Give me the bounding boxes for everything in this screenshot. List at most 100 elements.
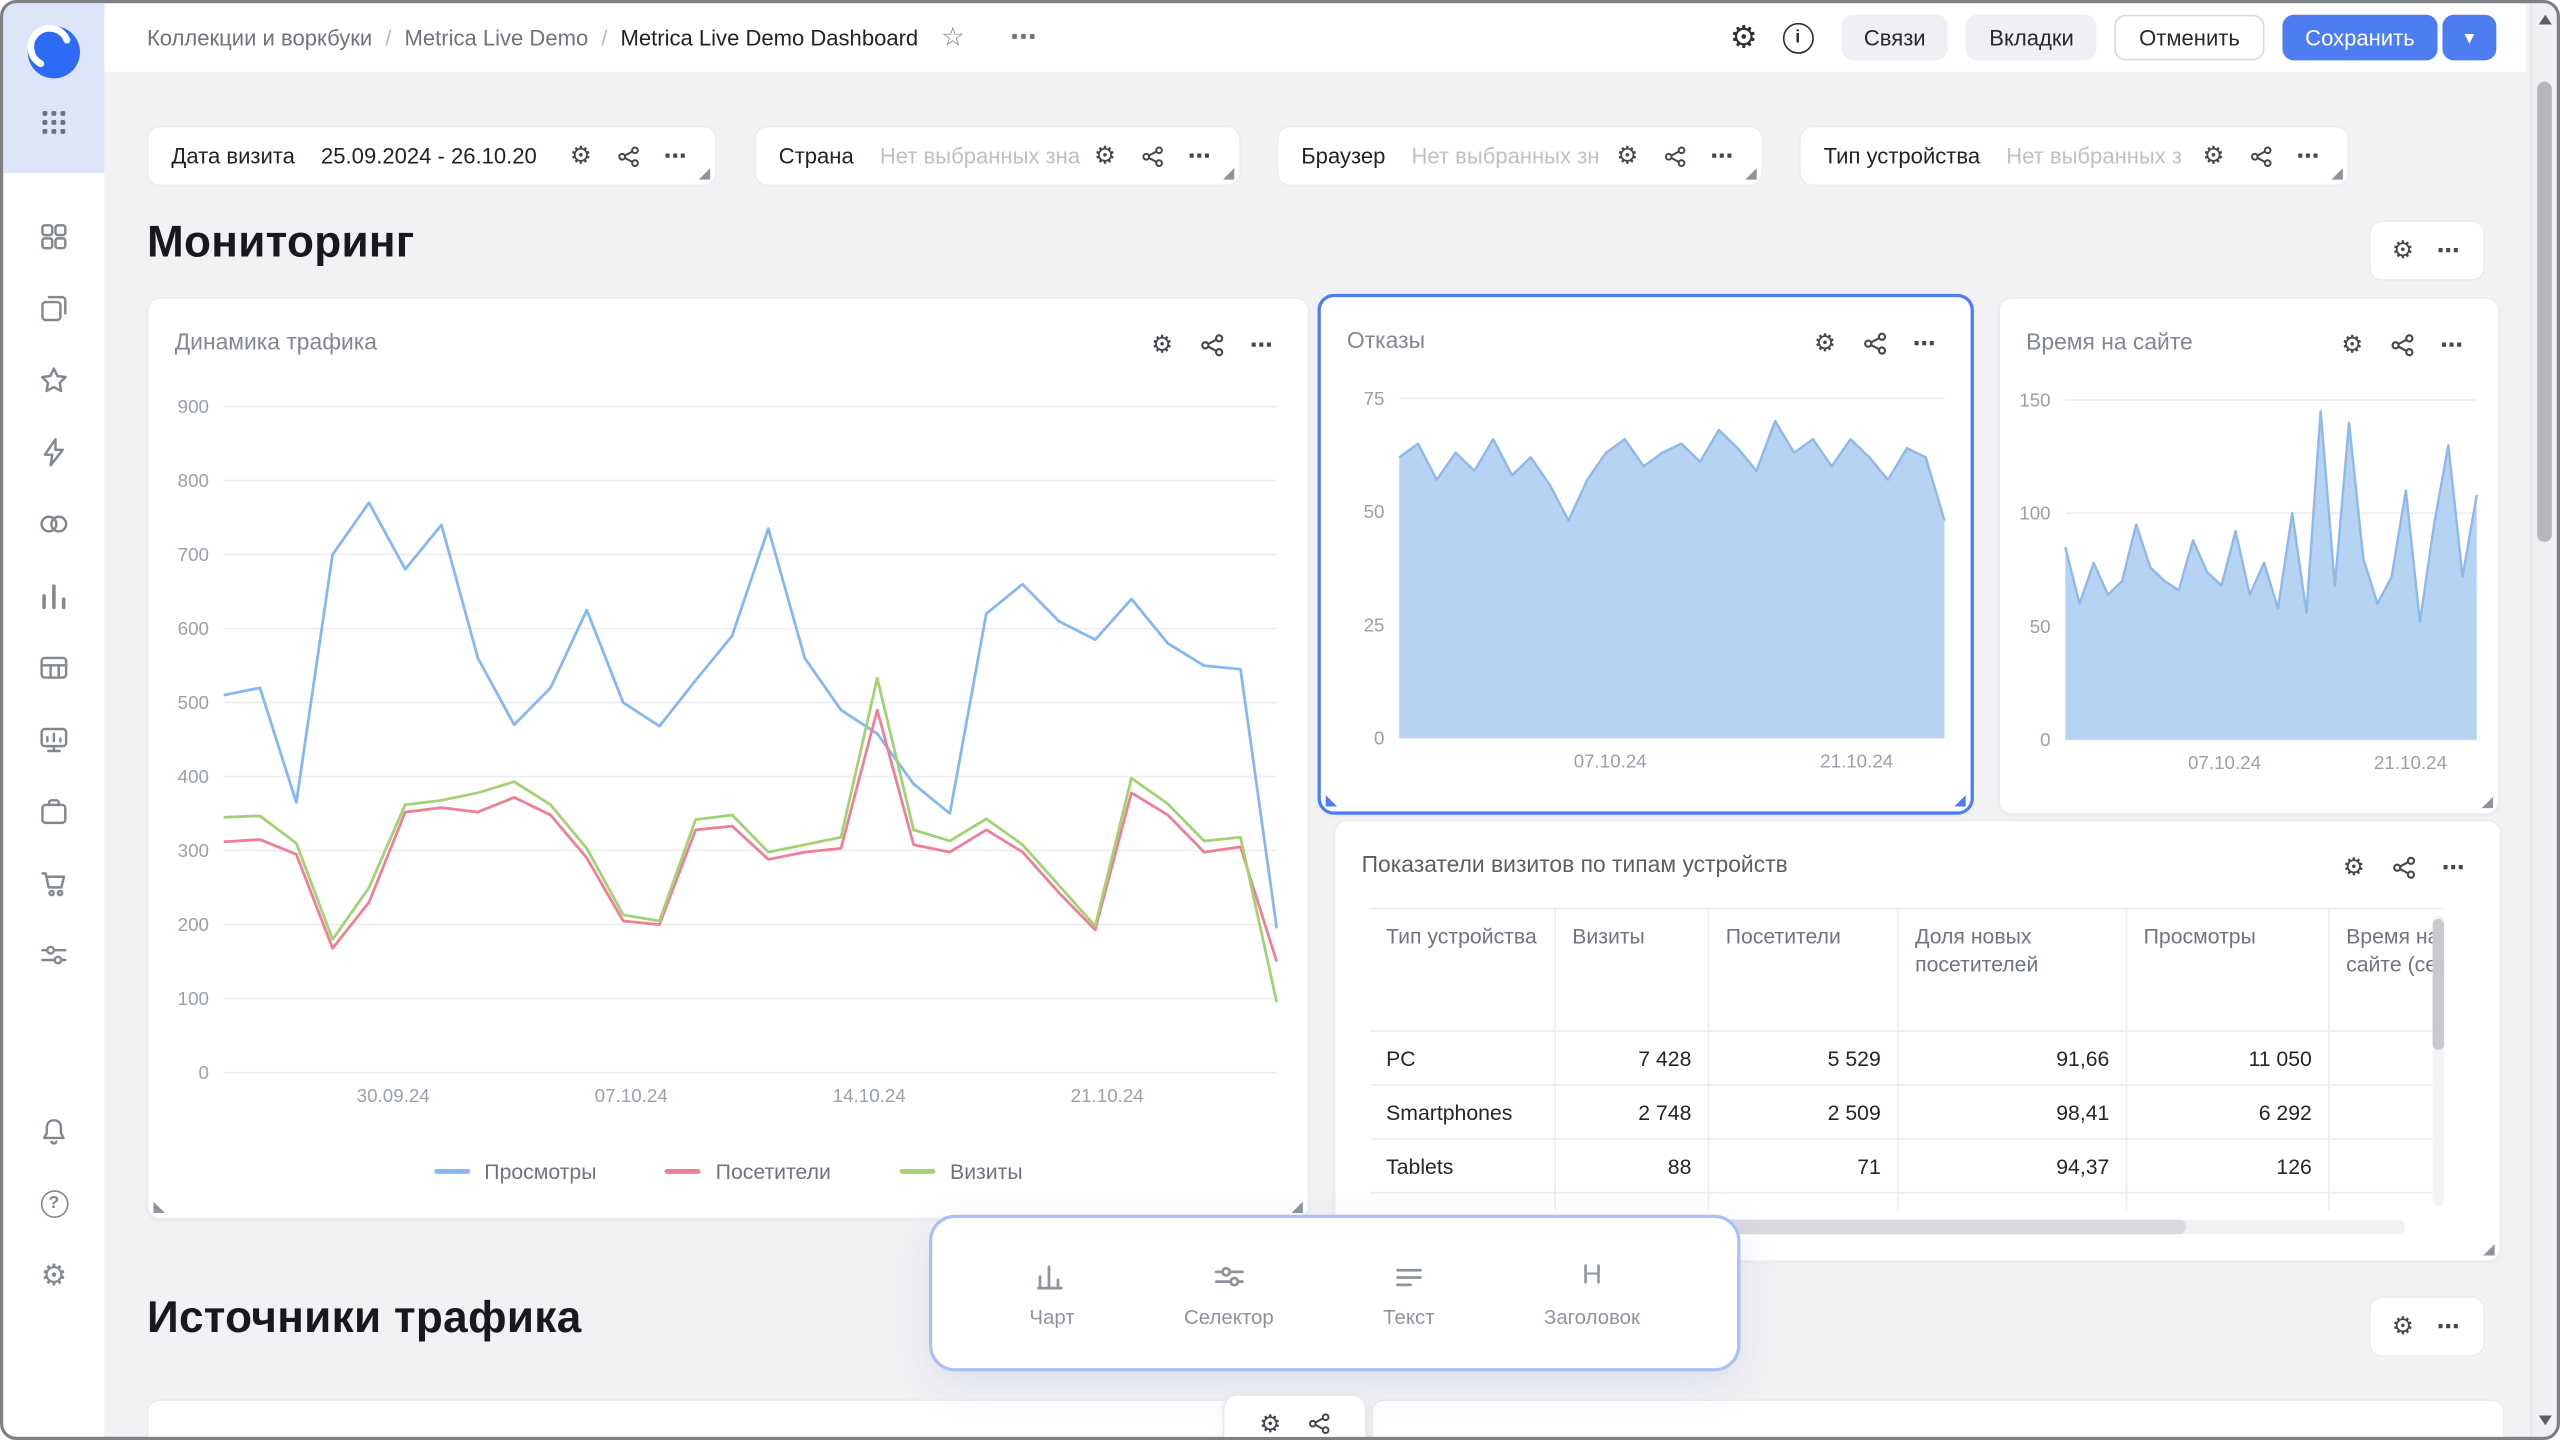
filter-browser[interactable]: Браузер Нет выбранных зн ⚙ ⋯	[1277, 126, 1764, 186]
add-text-button[interactable]: Текст	[1383, 1258, 1434, 1328]
widget-time-on-site[interactable]: Время на сайте ⚙ ⋯ 05010015007.10.2421.1…	[1998, 297, 2499, 815]
section-gear-icon[interactable]: ⚙	[2392, 238, 2414, 262]
legend-views[interactable]: Просмотры	[434, 1159, 597, 1183]
widget-relations-icon[interactable]	[1862, 331, 1886, 355]
apps-grid-icon[interactable]	[39, 108, 68, 137]
svg-text:75: 75	[1364, 388, 1385, 409]
widget-traffic-dynamics[interactable]: Динамика трафика ⚙ ⋯ 0100200300400500600…	[147, 297, 1309, 1219]
resize-handle[interactable]	[1223, 168, 1234, 179]
widget-relations-icon[interactable]	[1307, 1412, 1330, 1435]
resize-handle[interactable]	[2331, 168, 2342, 179]
filter-menu-icon[interactable]: ⋯	[2296, 142, 2321, 170]
resize-handle[interactable]	[153, 1202, 164, 1213]
resize-handle[interactable]	[699, 168, 710, 179]
sidebar-item-services[interactable]	[38, 795, 71, 828]
filter-gear-icon[interactable]: ⚙	[570, 144, 592, 168]
section-menu-icon[interactable]: ⋯	[2437, 237, 2462, 265]
table-vscroll-thumb[interactable]	[2433, 919, 2444, 1050]
filter-device-placeholder[interactable]: Нет выбранных з	[2006, 144, 2189, 168]
resize-handle[interactable]	[1745, 168, 1756, 179]
filter-gear-icon[interactable]: ⚙	[1616, 144, 1638, 168]
section-gear-icon[interactable]: ⚙	[2392, 1314, 2414, 1338]
legend-visitors[interactable]: Посетители	[665, 1159, 831, 1183]
table-row[interactable]: PC7 4285 52991,6611 050	[1370, 1032, 2444, 1086]
settings-gear-icon[interactable]: ⚙	[38, 1259, 71, 1292]
help-icon[interactable]: ?	[38, 1187, 71, 1220]
widget-gear-icon[interactable]: ⚙	[1259, 1411, 1281, 1435]
resize-handle[interactable]	[1291, 1202, 1302, 1213]
sidebar-item-settings-tune[interactable]	[38, 939, 71, 972]
resize-handle[interactable]	[2483, 1244, 2494, 1255]
resize-handle[interactable]	[2482, 797, 2493, 808]
widget-menu-icon[interactable]: ⋯	[1913, 330, 1938, 358]
sidebar-item-workbooks[interactable]	[38, 220, 71, 253]
breadcrumb-collections[interactable]: Коллекции и воркбуки	[147, 25, 372, 49]
scroll-up-icon[interactable]	[2538, 15, 2551, 25]
sidebar-item-favorites[interactable]	[38, 364, 71, 397]
breadcrumb-workbook[interactable]: Metrica Live Demo	[404, 25, 588, 49]
page-scrollbar[interactable]	[2531, 3, 2557, 1436]
cancel-button[interactable]: Отменить	[2115, 15, 2265, 61]
table-row[interactable]: Smartphones2 7482 50998,416 292	[1370, 1086, 2444, 1140]
widget-menu-icon[interactable]: ⋯	[2442, 854, 2467, 882]
table-row[interactable]: Tablets887194,37126	[1370, 1140, 2444, 1194]
widget-bounces[interactable]: Отказы ⚙ ⋯ 025507507.10.2421.10.24	[1318, 294, 1974, 815]
dashboard-settings-gear-icon[interactable]: ⚙	[1730, 19, 1758, 57]
info-icon[interactable]: i	[1782, 22, 1813, 53]
widget-device-metrics[interactable]: Показатели визитов по типам устройств ⚙ …	[1334, 820, 2501, 1262]
scroll-down-icon[interactable]	[2538, 1416, 2551, 1426]
legend-label: Визиты	[950, 1159, 1023, 1183]
widget-gear-icon[interactable]: ⚙	[1814, 331, 1836, 355]
sidebar-item-collections[interactable]	[38, 292, 71, 325]
partial-widget-right[interactable]	[1371, 1399, 2504, 1440]
add-heading-button[interactable]: H Заголовок	[1544, 1258, 1640, 1328]
filter-relations-icon[interactable]	[616, 144, 639, 167]
sidebar-item-tables[interactable]	[38, 651, 71, 684]
datalens-logo-icon[interactable]	[24, 23, 83, 82]
widget-gear-icon[interactable]: ⚙	[2341, 333, 2363, 357]
sidebar-item-charts[interactable]	[38, 580, 71, 613]
page-scrollbar-thumb[interactable]	[2537, 82, 2552, 542]
add-chart-button[interactable]: Чарт	[1029, 1258, 1074, 1328]
filter-menu-icon[interactable]: ⋯	[1710, 142, 1735, 170]
widget-gear-icon[interactable]: ⚙	[1151, 333, 1173, 357]
filter-gear-icon[interactable]: ⚙	[2203, 144, 2225, 168]
widget-relations-icon[interactable]	[2389, 333, 2413, 357]
filter-device-type[interactable]: Тип устройства Нет выбранных з ⚙ ⋯	[1799, 126, 2349, 186]
save-menu-button[interactable]: ▾	[2442, 15, 2496, 61]
filter-relations-icon[interactable]	[2249, 144, 2272, 167]
filter-date-value[interactable]: 25.09.2024 - 26.10.20	[321, 144, 557, 168]
filter-menu-icon[interactable]: ⋯	[664, 142, 689, 170]
widget-relations-icon[interactable]	[2391, 856, 2415, 880]
sidebar-item-connections[interactable]	[38, 436, 71, 469]
relations-button[interactable]: Связи	[1841, 15, 1948, 61]
sidebar-item-marketplace[interactable]	[38, 867, 71, 900]
favorite-star-icon[interactable]: ☆	[941, 21, 964, 54]
section-menu-icon[interactable]: ⋯	[2437, 1313, 2462, 1341]
resize-handle[interactable]	[1954, 795, 1965, 806]
filter-country-placeholder[interactable]: Нет выбранных зна	[880, 144, 1081, 168]
notifications-bell-icon[interactable]	[38, 1115, 71, 1148]
partial-widget-left[interactable]	[147, 1399, 1329, 1440]
tabs-button[interactable]: Вкладки	[1966, 15, 2096, 61]
add-selector-button[interactable]: Селектор	[1184, 1258, 1274, 1328]
filter-gear-icon[interactable]: ⚙	[1094, 144, 1116, 168]
widget-menu-icon[interactable]: ⋯	[1250, 331, 1275, 359]
filter-relations-icon[interactable]	[1663, 144, 1686, 167]
table-cell: 88	[1556, 1140, 1709, 1194]
filter-relations-icon[interactable]	[1140, 144, 1163, 167]
table-vertical-scrollbar[interactable]	[2433, 916, 2444, 1207]
widget-relations-icon[interactable]	[1199, 333, 1223, 357]
legend-visits[interactable]: Визиты	[899, 1159, 1022, 1183]
sidebar-item-datasets[interactable]	[38, 508, 71, 541]
resize-handle[interactable]	[1326, 795, 1337, 806]
widget-gear-icon[interactable]: ⚙	[2343, 856, 2365, 880]
save-button[interactable]: Сохранить	[2282, 15, 2437, 61]
filter-country[interactable]: Страна Нет выбранных зна ⚙ ⋯	[754, 126, 1241, 186]
filter-browser-placeholder[interactable]: Нет выбранных зн	[1411, 144, 1603, 168]
widget-menu-icon[interactable]: ⋯	[2440, 331, 2465, 359]
filter-menu-icon[interactable]: ⋯	[1188, 142, 1213, 170]
sidebar-item-dashboards[interactable]	[38, 723, 71, 756]
filter-date[interactable]: Дата визита 25.09.2024 - 26.10.20 ⚙ ⋯	[147, 126, 717, 186]
breadcrumb-menu-icon[interactable]: ⋯	[1010, 21, 1038, 54]
